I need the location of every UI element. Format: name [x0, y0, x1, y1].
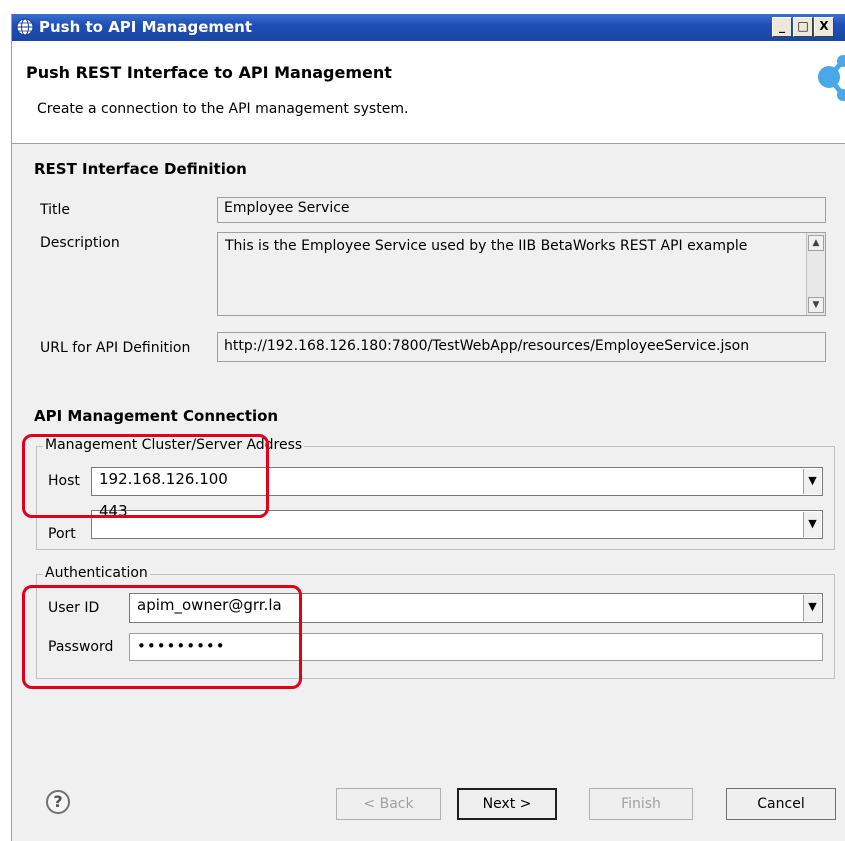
wizard-dialog: Push to API Management _ □ X Push REST I… [11, 14, 845, 841]
description-text: This is the Employee Service used by the… [225, 238, 748, 254]
back-button[interactable]: < Back [336, 788, 441, 820]
minimize-button[interactable]: _ [772, 17, 792, 37]
finish-button[interactable]: Finish [589, 788, 693, 820]
title-bar[interactable]: Push to API Management _ □ X [12, 14, 845, 41]
page-subtitle: Create a connection to the API managemen… [37, 101, 409, 117]
chevron-down-icon[interactable]: ▼ [803, 595, 821, 621]
connection-heading: API Management Connection [34, 407, 279, 425]
scroll-up-icon[interactable]: ▲ [808, 235, 824, 251]
window-title: Push to API Management [39, 18, 253, 36]
description-field[interactable]: This is the Employee Service used by the… [217, 232, 826, 316]
chevron-down-icon[interactable]: ▼ [803, 512, 821, 537]
wizard-header: Push REST Interface to API Management Cr… [12, 41, 845, 144]
title-label: Title [40, 202, 71, 218]
globe-icon [16, 18, 34, 36]
maximize-button[interactable]: □ [793, 17, 813, 37]
page-title: Push REST Interface to API Management [26, 63, 392, 82]
url-label: URL for API Definition [40, 340, 191, 356]
scroll-down-icon[interactable]: ▼ [808, 297, 824, 313]
next-button[interactable]: Next > [457, 788, 557, 820]
description-label: Description [40, 235, 120, 251]
chevron-down-icon[interactable]: ▼ [803, 469, 821, 494]
rest-definition-heading: REST Interface Definition [34, 160, 247, 178]
title-field: Employee Service [217, 197, 826, 223]
host-highlight-box [22, 434, 269, 518]
port-label: Port [48, 526, 76, 542]
share-nodes-icon [818, 55, 845, 101]
cancel-button[interactable]: Cancel [726, 788, 836, 820]
description-scrollbar[interactable]: ▲ ▼ [806, 233, 825, 315]
authentication-legend: Authentication [43, 565, 150, 581]
help-icon[interactable]: ? [46, 790, 70, 814]
close-button[interactable]: X [814, 17, 834, 37]
auth-highlight-box [22, 585, 302, 689]
url-field: http://192.168.126.180:7800/TestWebApp/r… [217, 332, 826, 362]
